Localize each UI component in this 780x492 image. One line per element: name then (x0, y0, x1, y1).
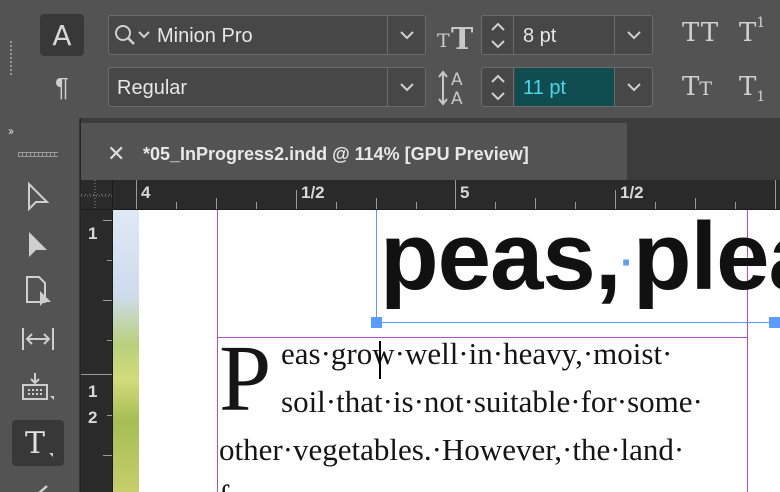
ruler-origin-icon (81, 180, 113, 210)
leading-icon: A A (438, 70, 463, 108)
document-canvas[interactable]: peas,·plea P eas·grow·well·in·heavy,·moi… (113, 210, 780, 492)
chevron-up-icon (491, 74, 505, 83)
frame-handle[interactable] (769, 317, 780, 328)
document-tab[interactable]: ✕ *05_InProgress2.indd @ 114% [GPU Previ… (81, 123, 627, 180)
all-caps-button[interactable]: TT (682, 18, 719, 48)
chevron-down-icon (626, 83, 641, 92)
chevron-down-icon (491, 39, 505, 48)
frame-handle[interactable] (371, 317, 382, 328)
panel-grip[interactable] (18, 152, 58, 157)
superscript-icon: T1 (739, 15, 766, 48)
small-caps-icon: TT (682, 72, 713, 102)
content-collector-tool[interactable] (12, 364, 64, 410)
margin-guide (217, 210, 218, 492)
svg-text:A: A (451, 89, 463, 108)
leading-stepper[interactable] (482, 68, 514, 106)
font-style-dropdown[interactable] (387, 68, 425, 106)
line-tool-icon (38, 485, 48, 492)
content-collector-icon (22, 373, 54, 400)
direct-selection-arrow-icon (29, 232, 47, 257)
close-icon[interactable]: ✕ (107, 141, 125, 167)
ruler-label: 1 (88, 224, 98, 243)
font-family-dropdown[interactable] (387, 16, 425, 54)
font-size-icon: T T (437, 22, 474, 52)
ruler-label: 1/2 (620, 183, 644, 202)
panel-grip[interactable] (9, 40, 13, 76)
character-formatting-icon: A (52, 18, 72, 52)
ruler-label: 4 (141, 183, 151, 202)
ruler-label: 1 (88, 382, 98, 401)
chevron-up-icon (491, 22, 505, 31)
paragraph-formatting-icon: ¶ (55, 71, 69, 102)
body-text-line[interactable]: f (219, 478, 229, 492)
leading-value: 11 pt (523, 77, 566, 99)
svg-text:T: T (451, 22, 474, 52)
collapse-panel-icon[interactable]: ›› (8, 124, 14, 138)
font-family-field[interactable]: Minion Pro (108, 15, 426, 55)
vertical-ruler[interactable]: 1 1 2 (81, 210, 113, 492)
horizontal-ruler[interactable]: 4 1/2 5 1/2 (113, 180, 780, 210)
character-formatting-button[interactable]: A (40, 14, 84, 56)
leading-input[interactable]: 11 pt (515, 68, 615, 106)
body-text-line[interactable]: eas·grow·well·in·heavy,·moist· (281, 336, 672, 372)
font-style-value: Regular (117, 77, 188, 99)
font-family-value: Minion Pro (157, 25, 253, 47)
font-size-dropdown[interactable] (614, 16, 652, 54)
chevron-down-icon (491, 91, 505, 100)
leading-field[interactable]: 11 pt (481, 67, 653, 107)
increase-button[interactable] (490, 19, 506, 33)
drop-cap: P (219, 327, 272, 431)
chevron-down-icon (399, 83, 414, 92)
document-tab-bar: ✕ *05_InProgress2.indd @ 114% [GPU Previ… (81, 118, 780, 180)
ruler-label: 5 (460, 183, 470, 202)
page-tool[interactable] (12, 268, 64, 314)
gap-tool[interactable] (12, 316, 64, 362)
leading-dropdown[interactable] (614, 68, 652, 106)
vertical-ruler-ticks (81, 220, 112, 456)
search-icon[interactable] (113, 24, 155, 48)
svg-text:T: T (437, 30, 450, 52)
decrease-button[interactable] (490, 37, 506, 51)
font-size-field[interactable]: 8 pt (481, 15, 653, 55)
ruler-origin[interactable] (81, 180, 113, 210)
subscript-icon: T1 (739, 72, 766, 106)
superscript-button[interactable]: T1 (739, 15, 766, 48)
svg-text:T: T (25, 426, 45, 460)
control-panel: A ¶ Minion Pro Regular T T 8 pt A A 11 p… (0, 0, 780, 118)
gap-tool-icon (22, 328, 54, 350)
tools-panel: ›› T (0, 118, 80, 492)
chevron-down-icon (399, 31, 414, 40)
body-text-line[interactable]: other·vegetables.·However,·the·land· (219, 432, 684, 468)
body-text-line[interactable]: soil·that·is·not·suitable·for·some· (281, 384, 703, 420)
subscript-button[interactable]: T1 (739, 72, 765, 105)
line-tool[interactable] (12, 468, 64, 492)
selected-text-frame[interactable] (376, 210, 776, 323)
type-tool[interactable]: T (12, 420, 64, 466)
chevron-down-icon (626, 31, 641, 40)
ruler-label: 1/2 (301, 183, 325, 202)
document-title: *05_InProgress2.indd @ 114% [GPU Preview… (143, 144, 529, 164)
font-size-input[interactable]: 8 pt (515, 16, 615, 54)
page-tool-icon (26, 276, 51, 306)
direct-selection-tool[interactable] (12, 222, 64, 268)
type-tool-icon: T (25, 426, 53, 460)
selection-tool[interactable] (12, 174, 64, 220)
increase-button[interactable] (490, 71, 506, 85)
horizontal-ruler-ticks (136, 180, 776, 209)
text-cursor (379, 341, 381, 379)
font-size-value: 8 pt (523, 25, 557, 47)
font-style-field[interactable]: Regular (108, 67, 426, 107)
font-size-stepper[interactable] (482, 16, 514, 54)
svg-text:A: A (451, 70, 463, 90)
selection-arrow-icon (28, 181, 50, 212)
ruler-label: 2 (88, 408, 98, 427)
paragraph-formatting-button[interactable]: ¶ (40, 66, 84, 108)
decrease-button[interactable] (490, 89, 506, 103)
photo-image[interactable] (113, 210, 139, 492)
small-caps-button[interactable]: TT (682, 72, 712, 102)
all-caps-icon: TT (682, 18, 720, 48)
